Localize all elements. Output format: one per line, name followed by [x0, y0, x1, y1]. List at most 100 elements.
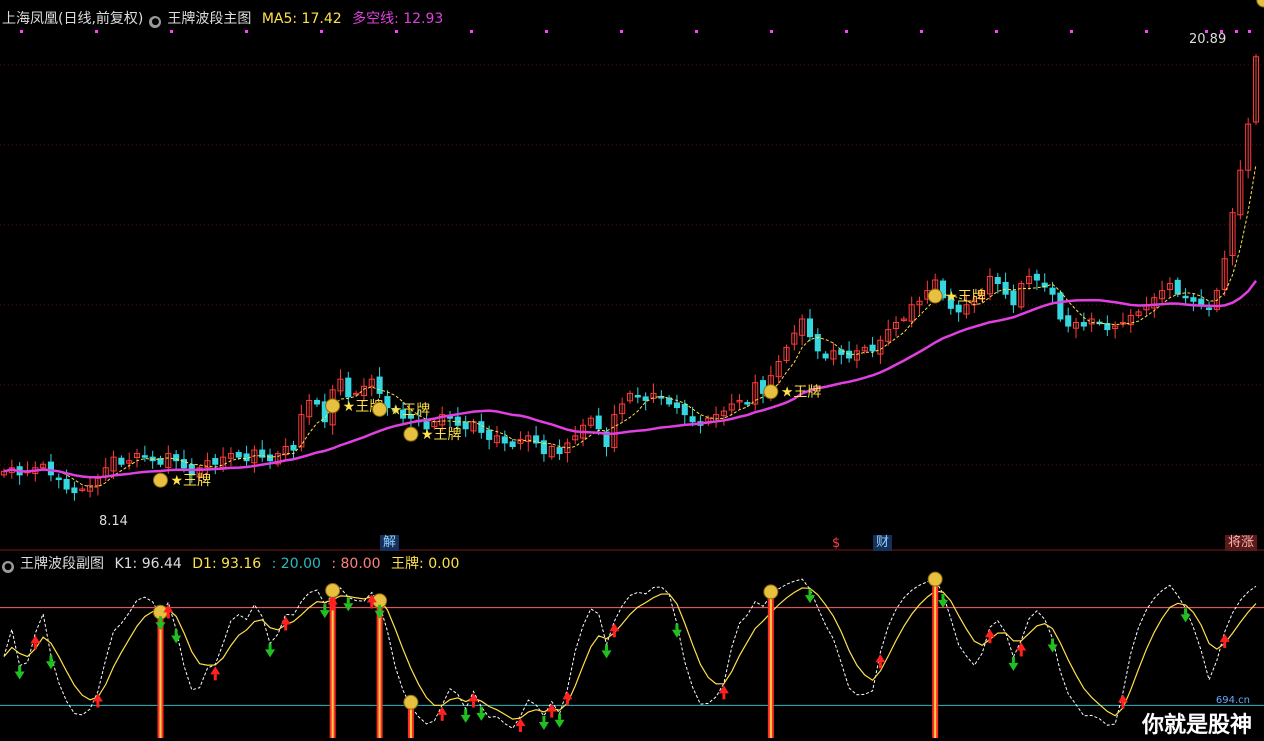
top-dot	[1145, 30, 1148, 33]
ma5-value: MA5: 17.42	[261, 11, 342, 27]
buy-arrow-icon	[875, 654, 886, 663]
sell-arrow-stem	[18, 665, 22, 672]
candle-body	[462, 421, 469, 430]
candle-body	[1206, 307, 1213, 310]
buy-arrow-stem	[96, 701, 100, 708]
sell-arrow-stem	[479, 706, 483, 713]
sell-arrow-icon	[319, 610, 330, 619]
sell-arrow-stem	[464, 708, 468, 715]
buy-arrow-stem	[1121, 702, 1125, 709]
candle-body	[533, 435, 540, 444]
candle-body	[1080, 322, 1087, 327]
money-bag-icon	[403, 426, 419, 442]
candle-body	[478, 421, 485, 433]
buy-arrow-stem	[612, 631, 616, 638]
sub-indicator-menu-icon[interactable]: ●	[2, 561, 14, 573]
d1-value: D1: 93.16	[192, 556, 262, 572]
top-dot	[770, 30, 773, 33]
candles	[0, 53, 1260, 501]
top-dot	[845, 30, 848, 33]
sell-arrow-icon	[476, 712, 487, 721]
candle-body	[681, 403, 688, 416]
sub-indicator-name[interactable]: 王牌波段副图	[20, 556, 104, 572]
candle-body	[63, 478, 70, 490]
chart-area[interactable]: ★王牌★王牌★王牌★王牌★王牌★王牌★王牌★王牌★王牌	[0, 0, 1264, 741]
sub-chart	[0, 0, 1264, 738]
top-dot	[20, 30, 23, 33]
wangpai-value: 王牌: 0.00	[391, 556, 460, 572]
top-dot	[1070, 30, 1073, 33]
candle-body	[47, 461, 54, 476]
candle-body	[235, 452, 242, 458]
buy-arrow-stem	[370, 602, 374, 609]
candle-body	[673, 402, 680, 409]
buy-arrow-stem	[878, 662, 882, 669]
wangpai-bar-core	[769, 595, 772, 738]
candle-body	[595, 415, 602, 430]
buy-arrow-stem	[440, 714, 444, 721]
buy-arrow-stem	[1019, 650, 1023, 657]
candle-body	[955, 304, 962, 313]
wangpai-bar-core	[934, 583, 937, 738]
candle-body	[994, 277, 1001, 285]
event-zhang-badge[interactable]: 将涨	[1225, 535, 1258, 551]
top-dot	[170, 30, 173, 33]
k1-value: K1: 96.44	[114, 556, 182, 572]
sell-arrow-icon	[155, 622, 166, 631]
candle-body	[642, 396, 649, 401]
top-dot	[245, 30, 248, 33]
main-indicator-name[interactable]: 王牌波段主图	[167, 11, 251, 27]
candle-body	[1182, 295, 1189, 299]
sell-arrow-icon	[265, 649, 276, 658]
watermark-text: 你就是股神	[1141, 713, 1252, 738]
buy-arrow-stem	[33, 643, 37, 650]
candle-body	[486, 429, 493, 440]
candle-body	[290, 444, 297, 451]
top-dot	[920, 30, 923, 33]
sell-arrow-stem	[159, 616, 162, 623]
sell-arrow-icon	[374, 610, 385, 619]
top-dot	[545, 30, 548, 33]
sell-arrow-stem	[1184, 608, 1188, 615]
event-s-badge[interactable]: $	[829, 536, 843, 552]
candle-body	[376, 376, 383, 394]
signal-label: ★王牌	[421, 426, 462, 443]
sell-arrow-icon	[171, 635, 182, 644]
candle-body	[744, 402, 751, 405]
indicator-menu-icon[interactable]: ●	[149, 16, 162, 28]
buy-arrow-stem	[988, 637, 992, 644]
candle-body	[838, 349, 845, 355]
buy-arrow-icon	[984, 629, 995, 638]
duokong-value: 多空线: 12.93	[352, 11, 444, 27]
candle-body	[118, 457, 125, 465]
candle-body	[345, 377, 352, 398]
money-bag-icon	[1256, 0, 1264, 8]
sell-arrow-stem	[49, 655, 53, 662]
buy-arrow-stem	[550, 711, 554, 718]
candle-body	[313, 399, 321, 405]
candle-body	[243, 453, 250, 462]
stock-title[interactable]: 上海凤凰(日线,前复权)	[2, 11, 143, 27]
money-bag-icon	[372, 401, 388, 417]
event-jie-badge[interactable]: 解	[380, 535, 400, 551]
sell-arrow-stem	[542, 715, 546, 722]
sell-arrow-icon	[1008, 662, 1019, 671]
money-bag-icon	[927, 288, 943, 304]
top-dot	[995, 30, 998, 33]
event-cai-badge[interactable]: 财	[873, 535, 893, 551]
money-bag-icon	[927, 571, 943, 587]
watermark-site: 694.cn	[1215, 695, 1250, 706]
signal-label: ★王牌	[171, 472, 212, 489]
candle-body	[1198, 298, 1205, 306]
top-dot	[95, 30, 98, 33]
sell-arrow-icon	[671, 629, 682, 638]
main-header: 上海凤凰(日线,前复权) ● 王牌波段主图 MA5: 17.42 多空线: 12.9…	[2, 10, 449, 28]
money-bag-icon	[763, 584, 779, 600]
candle-body	[71, 487, 78, 494]
sell-arrow-stem	[808, 589, 812, 596]
sell-arrow-stem	[605, 644, 609, 651]
buy-arrow-stem	[518, 726, 522, 733]
top-dots	[20, 30, 1251, 33]
k1-line	[3, 578, 1257, 730]
sell-arrow-icon	[538, 721, 549, 730]
